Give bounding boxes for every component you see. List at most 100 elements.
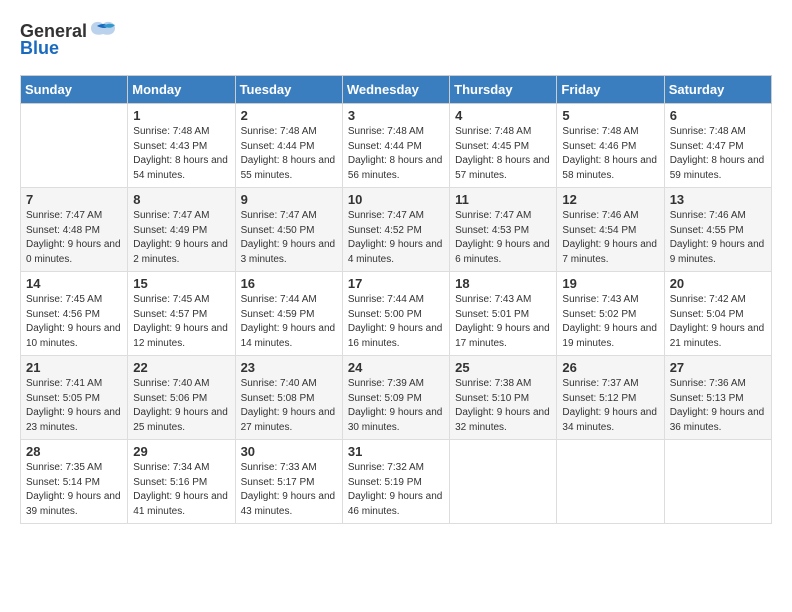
day-number: 2 xyxy=(241,108,337,123)
day-info: Sunrise: 7:48 AMSunset: 4:47 PMDaylight:… xyxy=(670,125,766,183)
day-info: Sunrise: 7:43 AMSunset: 5:01 PMDaylight:… xyxy=(455,293,551,351)
day-number: 30 xyxy=(241,444,337,459)
calendar-cell: 29 Sunrise: 7:34 AMSunset: 5:16 PMDayligh… xyxy=(128,440,235,524)
calendar-week-4: 21Sunrise: 7:41 AMSunset: 5:05 PMDayligh… xyxy=(21,356,772,440)
calendar-cell xyxy=(557,440,664,524)
calendar-cell: 3 Sunrise: 7:48 AMSunset: 4:44 PMDaylight… xyxy=(342,104,449,188)
weekday-header-wednesday: Wednesday xyxy=(342,76,449,104)
day-number: 16 xyxy=(241,276,337,291)
day-info: Sunrise: 7:47 AMSunset: 4:50 PMDaylight:… xyxy=(241,209,337,267)
day-info: Sunrise: 7:42 AMSunset: 5:04 PMDaylight:… xyxy=(670,293,766,351)
calendar-week-1: 1Sunrise: 7:48 AMSunset: 4:43 PMDaylight… xyxy=(21,104,772,188)
logo: General Blue xyxy=(20,20,117,59)
calendar-cell xyxy=(450,440,557,524)
calendar-cell: 2 Sunrise: 7:48 AMSunset: 4:44 PMDaylight… xyxy=(235,104,342,188)
day-number: 20 xyxy=(670,276,766,291)
weekday-header-tuesday: Tuesday xyxy=(235,76,342,104)
day-info: Sunrise: 7:35 AMSunset: 5:14 PMDaylight:… xyxy=(26,461,122,519)
day-info: Sunrise: 7:47 AMSunset: 4:48 PMDaylight:… xyxy=(26,209,122,267)
day-info: Sunrise: 7:48 AMSunset: 4:46 PMDaylight:… xyxy=(562,125,658,183)
day-info: Sunrise: 7:44 AMSunset: 5:00 PMDaylight:… xyxy=(348,293,444,351)
day-info: Sunrise: 7:47 AMSunset: 4:49 PMDaylight:… xyxy=(133,209,229,267)
day-number: 4 xyxy=(455,108,551,123)
day-info: Sunrise: 7:38 AMSunset: 5:10 PMDaylight:… xyxy=(455,377,551,435)
day-number: 14 xyxy=(26,276,122,291)
calendar-table: SundayMondayTuesdayWednesdayThursdayFrid… xyxy=(20,75,772,524)
calendar-cell: 27Sunrise: 7:36 AMSunset: 5:13 PMDayligh… xyxy=(664,356,771,440)
calendar-cell: 1Sunrise: 7:48 AMSunset: 4:43 PMDaylight… xyxy=(128,104,235,188)
day-info: Sunrise: 7:47 AMSunset: 4:53 PMDaylight:… xyxy=(455,209,551,267)
calendar-cell: 13 Sunrise: 7:46 AMSunset: 4:55 PMDayligh… xyxy=(664,188,771,272)
day-number: 15 xyxy=(133,276,229,291)
day-number: 31 xyxy=(348,444,444,459)
calendar-cell: 22 Sunrise: 7:40 AMSunset: 5:06 PMDayligh… xyxy=(128,356,235,440)
calendar-cell: 28Sunrise: 7:35 AMSunset: 5:14 PMDayligh… xyxy=(21,440,128,524)
day-number: 7 xyxy=(26,192,122,207)
day-number: 17 xyxy=(348,276,444,291)
day-number: 10 xyxy=(348,192,444,207)
weekday-header-saturday: Saturday xyxy=(664,76,771,104)
calendar-cell: 15 Sunrise: 7:45 AMSunset: 4:57 PMDayligh… xyxy=(128,272,235,356)
day-info: Sunrise: 7:44 AMSunset: 4:59 PMDaylight:… xyxy=(241,293,337,351)
day-info: Sunrise: 7:46 AMSunset: 4:54 PMDaylight:… xyxy=(562,209,658,267)
day-number: 9 xyxy=(241,192,337,207)
calendar-cell xyxy=(21,104,128,188)
weekday-header-friday: Friday xyxy=(557,76,664,104)
day-number: 1 xyxy=(133,108,229,123)
calendar-cell: 10 Sunrise: 7:47 AMSunset: 4:52 PMDayligh… xyxy=(342,188,449,272)
day-info: Sunrise: 7:40 AMSunset: 5:06 PMDaylight:… xyxy=(133,377,229,435)
calendar-cell xyxy=(664,440,771,524)
day-info: Sunrise: 7:46 AMSunset: 4:55 PMDaylight:… xyxy=(670,209,766,267)
calendar-cell: 24 Sunrise: 7:39 AMSunset: 5:09 PMDayligh… xyxy=(342,356,449,440)
day-info: Sunrise: 7:32 AMSunset: 5:19 PMDaylight:… xyxy=(348,461,444,519)
day-info: Sunrise: 7:40 AMSunset: 5:08 PMDaylight:… xyxy=(241,377,337,435)
day-number: 25 xyxy=(455,360,551,375)
day-number: 13 xyxy=(670,192,766,207)
calendar-cell: 4 Sunrise: 7:48 AMSunset: 4:45 PMDaylight… xyxy=(450,104,557,188)
day-number: 22 xyxy=(133,360,229,375)
calendar-cell: 19 Sunrise: 7:43 AMSunset: 5:02 PMDayligh… xyxy=(557,272,664,356)
day-info: Sunrise: 7:39 AMSunset: 5:09 PMDaylight:… xyxy=(348,377,444,435)
day-info: Sunrise: 7:48 AMSunset: 4:44 PMDaylight:… xyxy=(348,125,444,183)
calendar-week-3: 14Sunrise: 7:45 AMSunset: 4:56 PMDayligh… xyxy=(21,272,772,356)
day-info: Sunrise: 7:48 AMSunset: 4:45 PMDaylight:… xyxy=(455,125,551,183)
day-number: 18 xyxy=(455,276,551,291)
page-header: General Blue xyxy=(20,20,772,59)
calendar-cell: 16 Sunrise: 7:44 AMSunset: 4:59 PMDayligh… xyxy=(235,272,342,356)
day-number: 8 xyxy=(133,192,229,207)
day-info: Sunrise: 7:43 AMSunset: 5:02 PMDaylight:… xyxy=(562,293,658,351)
day-number: 27 xyxy=(670,360,766,375)
day-number: 5 xyxy=(562,108,658,123)
day-info: Sunrise: 7:33 AMSunset: 5:17 PMDaylight:… xyxy=(241,461,337,519)
calendar-cell: 21Sunrise: 7:41 AMSunset: 5:05 PMDayligh… xyxy=(21,356,128,440)
day-number: 24 xyxy=(348,360,444,375)
day-info: Sunrise: 7:41 AMSunset: 5:05 PMDaylight:… xyxy=(26,377,122,435)
calendar-cell: 18 Sunrise: 7:43 AMSunset: 5:01 PMDayligh… xyxy=(450,272,557,356)
day-number: 29 xyxy=(133,444,229,459)
weekday-header-sunday: Sunday xyxy=(21,76,128,104)
calendar-week-2: 7 Sunrise: 7:47 AMSunset: 4:48 PMDaylight… xyxy=(21,188,772,272)
calendar-cell: 12Sunrise: 7:46 AMSunset: 4:54 PMDayligh… xyxy=(557,188,664,272)
calendar-cell: 26Sunrise: 7:37 AMSunset: 5:12 PMDayligh… xyxy=(557,356,664,440)
day-info: Sunrise: 7:34 AMSunset: 5:16 PMDaylight:… xyxy=(133,461,229,519)
day-number: 6 xyxy=(670,108,766,123)
logo-blue-text: Blue xyxy=(20,38,59,59)
day-number: 19 xyxy=(562,276,658,291)
calendar-cell: 8 Sunrise: 7:47 AMSunset: 4:49 PMDaylight… xyxy=(128,188,235,272)
calendar-week-5: 28Sunrise: 7:35 AMSunset: 5:14 PMDayligh… xyxy=(21,440,772,524)
calendar-cell: 9 Sunrise: 7:47 AMSunset: 4:50 PMDaylight… xyxy=(235,188,342,272)
day-info: Sunrise: 7:45 AMSunset: 4:57 PMDaylight:… xyxy=(133,293,229,351)
calendar-cell: 5 Sunrise: 7:48 AMSunset: 4:46 PMDaylight… xyxy=(557,104,664,188)
weekday-header-monday: Monday xyxy=(128,76,235,104)
calendar-cell: 30 Sunrise: 7:33 AMSunset: 5:17 PMDayligh… xyxy=(235,440,342,524)
day-number: 11 xyxy=(455,192,551,207)
calendar-cell: 17 Sunrise: 7:44 AMSunset: 5:00 PMDayligh… xyxy=(342,272,449,356)
calendar-cell: 31 Sunrise: 7:32 AMSunset: 5:19 PMDayligh… xyxy=(342,440,449,524)
calendar-cell: 11 Sunrise: 7:47 AMSunset: 4:53 PMDayligh… xyxy=(450,188,557,272)
day-number: 26 xyxy=(562,360,658,375)
day-number: 3 xyxy=(348,108,444,123)
day-info: Sunrise: 7:47 AMSunset: 4:52 PMDaylight:… xyxy=(348,209,444,267)
day-info: Sunrise: 7:48 AMSunset: 4:44 PMDaylight:… xyxy=(241,125,337,183)
calendar-cell: 6 Sunrise: 7:48 AMSunset: 4:47 PMDaylight… xyxy=(664,104,771,188)
day-number: 23 xyxy=(241,360,337,375)
